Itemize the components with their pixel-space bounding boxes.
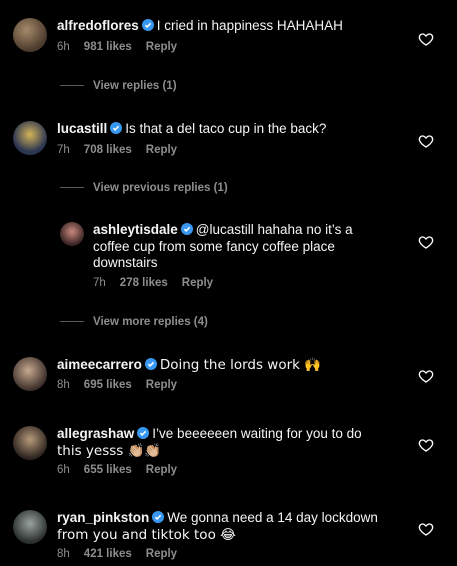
avatar[interactable] [13,18,47,52]
avatar[interactable] [13,510,47,544]
likes-count[interactable]: 695 likes [84,379,132,391]
timestamp: 7h [93,277,106,289]
divider-line [60,85,84,87]
avatar[interactable] [13,121,47,155]
likes-count[interactable]: 708 likes [84,144,132,156]
comment-meta: 6h 981 likes Reply [57,41,191,53]
verified-badge-icon [152,511,165,523]
comment-meta: 7h 708 likes Reply [57,144,191,156]
reply-button[interactable]: Reply [146,41,177,53]
view-replies-label: View previous replies (1) [93,182,228,194]
reply-button[interactable]: Reply [182,277,213,289]
comment-text: Doing the lords work 🙌 [159,357,322,373]
avatar[interactable] [13,357,47,391]
reply-button[interactable]: Reply [146,144,177,156]
username[interactable]: ryan_pinkston [57,510,149,525]
timestamp: 7h [57,144,70,156]
view-replies-label: View more replies (4) [93,316,208,328]
heart-outline-icon[interactable] [418,234,434,250]
comment-text-line2: coffee cup from some fancy coffee place [93,238,335,254]
verified-badge-icon [137,427,150,439]
username[interactable]: lucastill [57,121,107,136]
divider-line [60,321,84,323]
comment-text-block: lucastill Is that a del taco cup in the b… [57,121,326,138]
comment-text-line2: from you and tiktok too 😂 [57,526,236,543]
comment-text: Is that a del taco cup in the back? [125,121,327,136]
view-more-replies-link[interactable]: View more replies (4) [60,316,208,332]
comment-text-block: aimeecarrero Doing the lords work 🙌 [57,357,321,374]
heart-outline-icon[interactable] [418,133,434,149]
username[interactable]: aimeecarrero [57,357,142,372]
username[interactable]: allegrashaw [57,426,134,441]
view-replies-link[interactable]: View replies (1) [60,80,177,96]
comment-text-line3: downstairs [93,255,158,270]
likes-count[interactable]: 655 likes [84,464,132,476]
heart-outline-icon[interactable] [418,368,434,384]
comment-meta: 8h 421 likes Reply [57,548,191,560]
comment-meta: 7h 278 likes Reply [93,277,227,289]
verified-badge-icon [144,358,157,370]
comment-text-block: allegrashaw I’ve beeeeeen waiting for you… [57,426,362,459]
avatar[interactable] [60,222,84,246]
heart-outline-icon[interactable] [418,31,434,47]
heart-outline-icon[interactable] [418,521,434,537]
avatar[interactable] [13,426,47,460]
comment-text-block: ryan_pinkston We gonna need a 14 day lock… [57,510,378,543]
username[interactable]: ashleytisdale [93,222,178,237]
comment-text-line2: this yesss 👏🏼👏🏼 [57,442,162,459]
verified-badge-icon [180,223,193,235]
username[interactable]: alfredoflores [57,18,139,33]
comment-meta: 8h 695 likes Reply [57,379,191,391]
divider-line [60,187,84,189]
timestamp: 8h [57,379,70,391]
view-replies-label: View replies (1) [93,80,177,92]
likes-count[interactable]: 278 likes [120,277,168,289]
comment-text-block: ashleytisdale @lucastill hahaha no it’s a… [93,222,353,272]
comment-text-line1: @lucastill hahaha no it’s a [195,222,353,237]
comment-meta: 6h 655 likes Reply [57,464,191,476]
timestamp: 6h [57,41,70,53]
timestamp: 6h [57,464,70,476]
comment-text-line1: We gonna need a 14 day lockdown [167,510,378,525]
likes-count[interactable]: 981 likes [84,41,132,53]
view-previous-replies-link[interactable]: View previous replies (1) [60,182,228,198]
comment-text-block: alfredoflores I cried in happiness HAHAHA… [57,18,343,35]
reply-button[interactable]: Reply [146,379,177,391]
reply-button[interactable]: Reply [146,548,177,560]
verified-badge-icon [141,19,154,31]
verified-badge-icon [110,122,123,134]
comment-text: I cried in happiness HAHAHAH [156,18,343,33]
likes-count[interactable]: 421 likes [84,548,132,560]
reply-button[interactable]: Reply [146,464,177,476]
comment-text-line1: I’ve beeeeeen waiting for you to do [152,426,362,441]
timestamp: 8h [57,548,70,560]
heart-outline-icon[interactable] [418,437,434,453]
